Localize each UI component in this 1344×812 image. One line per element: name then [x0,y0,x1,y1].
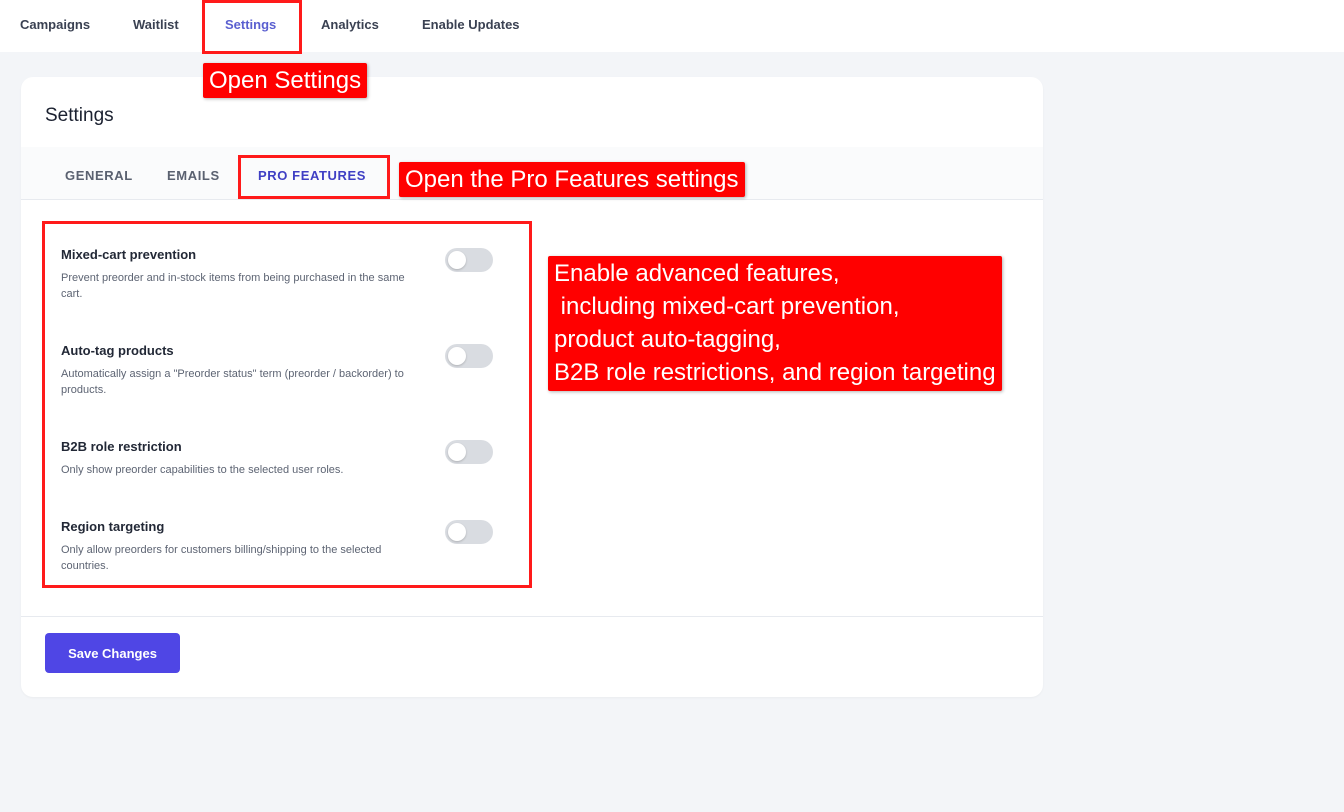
nav-waitlist[interactable]: Waitlist [133,0,179,50]
tab-general[interactable]: GENERAL [65,147,133,200]
settings-highlight-box [202,0,302,54]
nav-enable-updates[interactable]: Enable Updates [422,0,520,50]
open-pro-features-callout: Open the Pro Features settings [399,162,745,197]
save-button[interactable]: Save Changes [45,633,180,673]
nav-campaigns[interactable]: Campaigns [20,0,90,50]
nav-analytics[interactable]: Analytics [321,0,379,50]
enable-advanced-callout: Enable advanced features, including mixe… [548,256,1002,391]
open-settings-callout: Open Settings [203,63,368,98]
tab-emails[interactable]: EMAILS [167,147,220,200]
divider [21,616,1043,617]
page-title: Settings [45,105,114,126]
features-highlight-box [42,221,532,588]
pro-features-highlight-box [238,155,390,199]
